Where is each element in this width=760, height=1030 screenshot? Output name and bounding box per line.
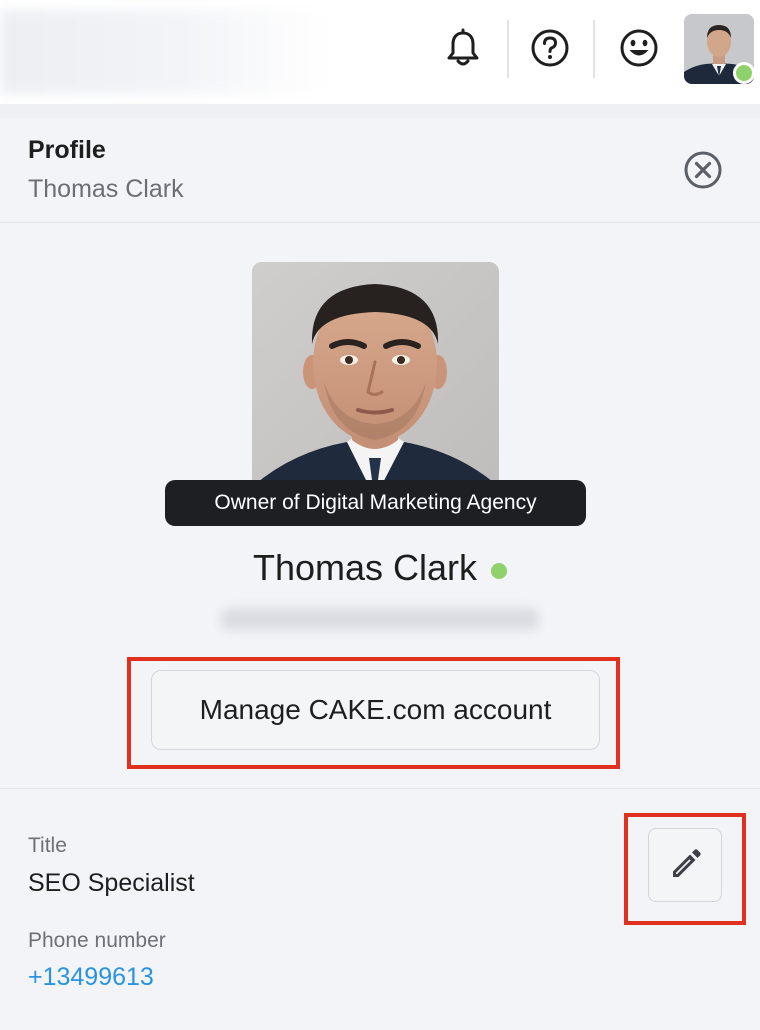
- profile-name-row: Thomas Clark: [0, 544, 760, 592]
- close-button[interactable]: [682, 149, 724, 191]
- phone-label: Phone number: [28, 929, 166, 952]
- edit-profile-button[interactable]: [648, 828, 722, 902]
- blurred-header-area: [0, 10, 330, 94]
- question-circle-icon[interactable]: [528, 26, 572, 70]
- smiley-icon[interactable]: [617, 26, 661, 70]
- phone-link[interactable]: +13499613: [28, 963, 154, 992]
- panel-subtitle: Thomas Clark: [28, 175, 184, 203]
- toolbar-divider: [593, 20, 595, 78]
- close-circle-icon: [684, 151, 722, 189]
- profile-panel: Profile Thomas Clark Owner of Digital Ma…: [0, 118, 760, 1030]
- panel-title: Profile: [28, 136, 106, 164]
- blurred-email: [220, 608, 540, 630]
- header-separator: [0, 104, 760, 118]
- section-divider: [0, 788, 760, 789]
- online-status-badge: [733, 62, 755, 84]
- role-tooltip: Owner of Digital Marketing Agency: [165, 480, 586, 526]
- top-bar: [0, 0, 760, 104]
- profile-name: Thomas Clark: [252, 547, 478, 588]
- panel-header: Profile Thomas Clark: [0, 118, 760, 223]
- profile-photo: [252, 262, 499, 502]
- title-label: Title: [28, 834, 67, 857]
- title-value: SEO Specialist: [28, 869, 195, 897]
- bell-icon[interactable]: [441, 26, 485, 70]
- pencil-icon: [673, 849, 701, 877]
- manage-account-button[interactable]: Manage CAKE.com account: [151, 670, 600, 750]
- online-status-dot: [491, 563, 508, 579]
- toolbar-divider: [507, 20, 509, 78]
